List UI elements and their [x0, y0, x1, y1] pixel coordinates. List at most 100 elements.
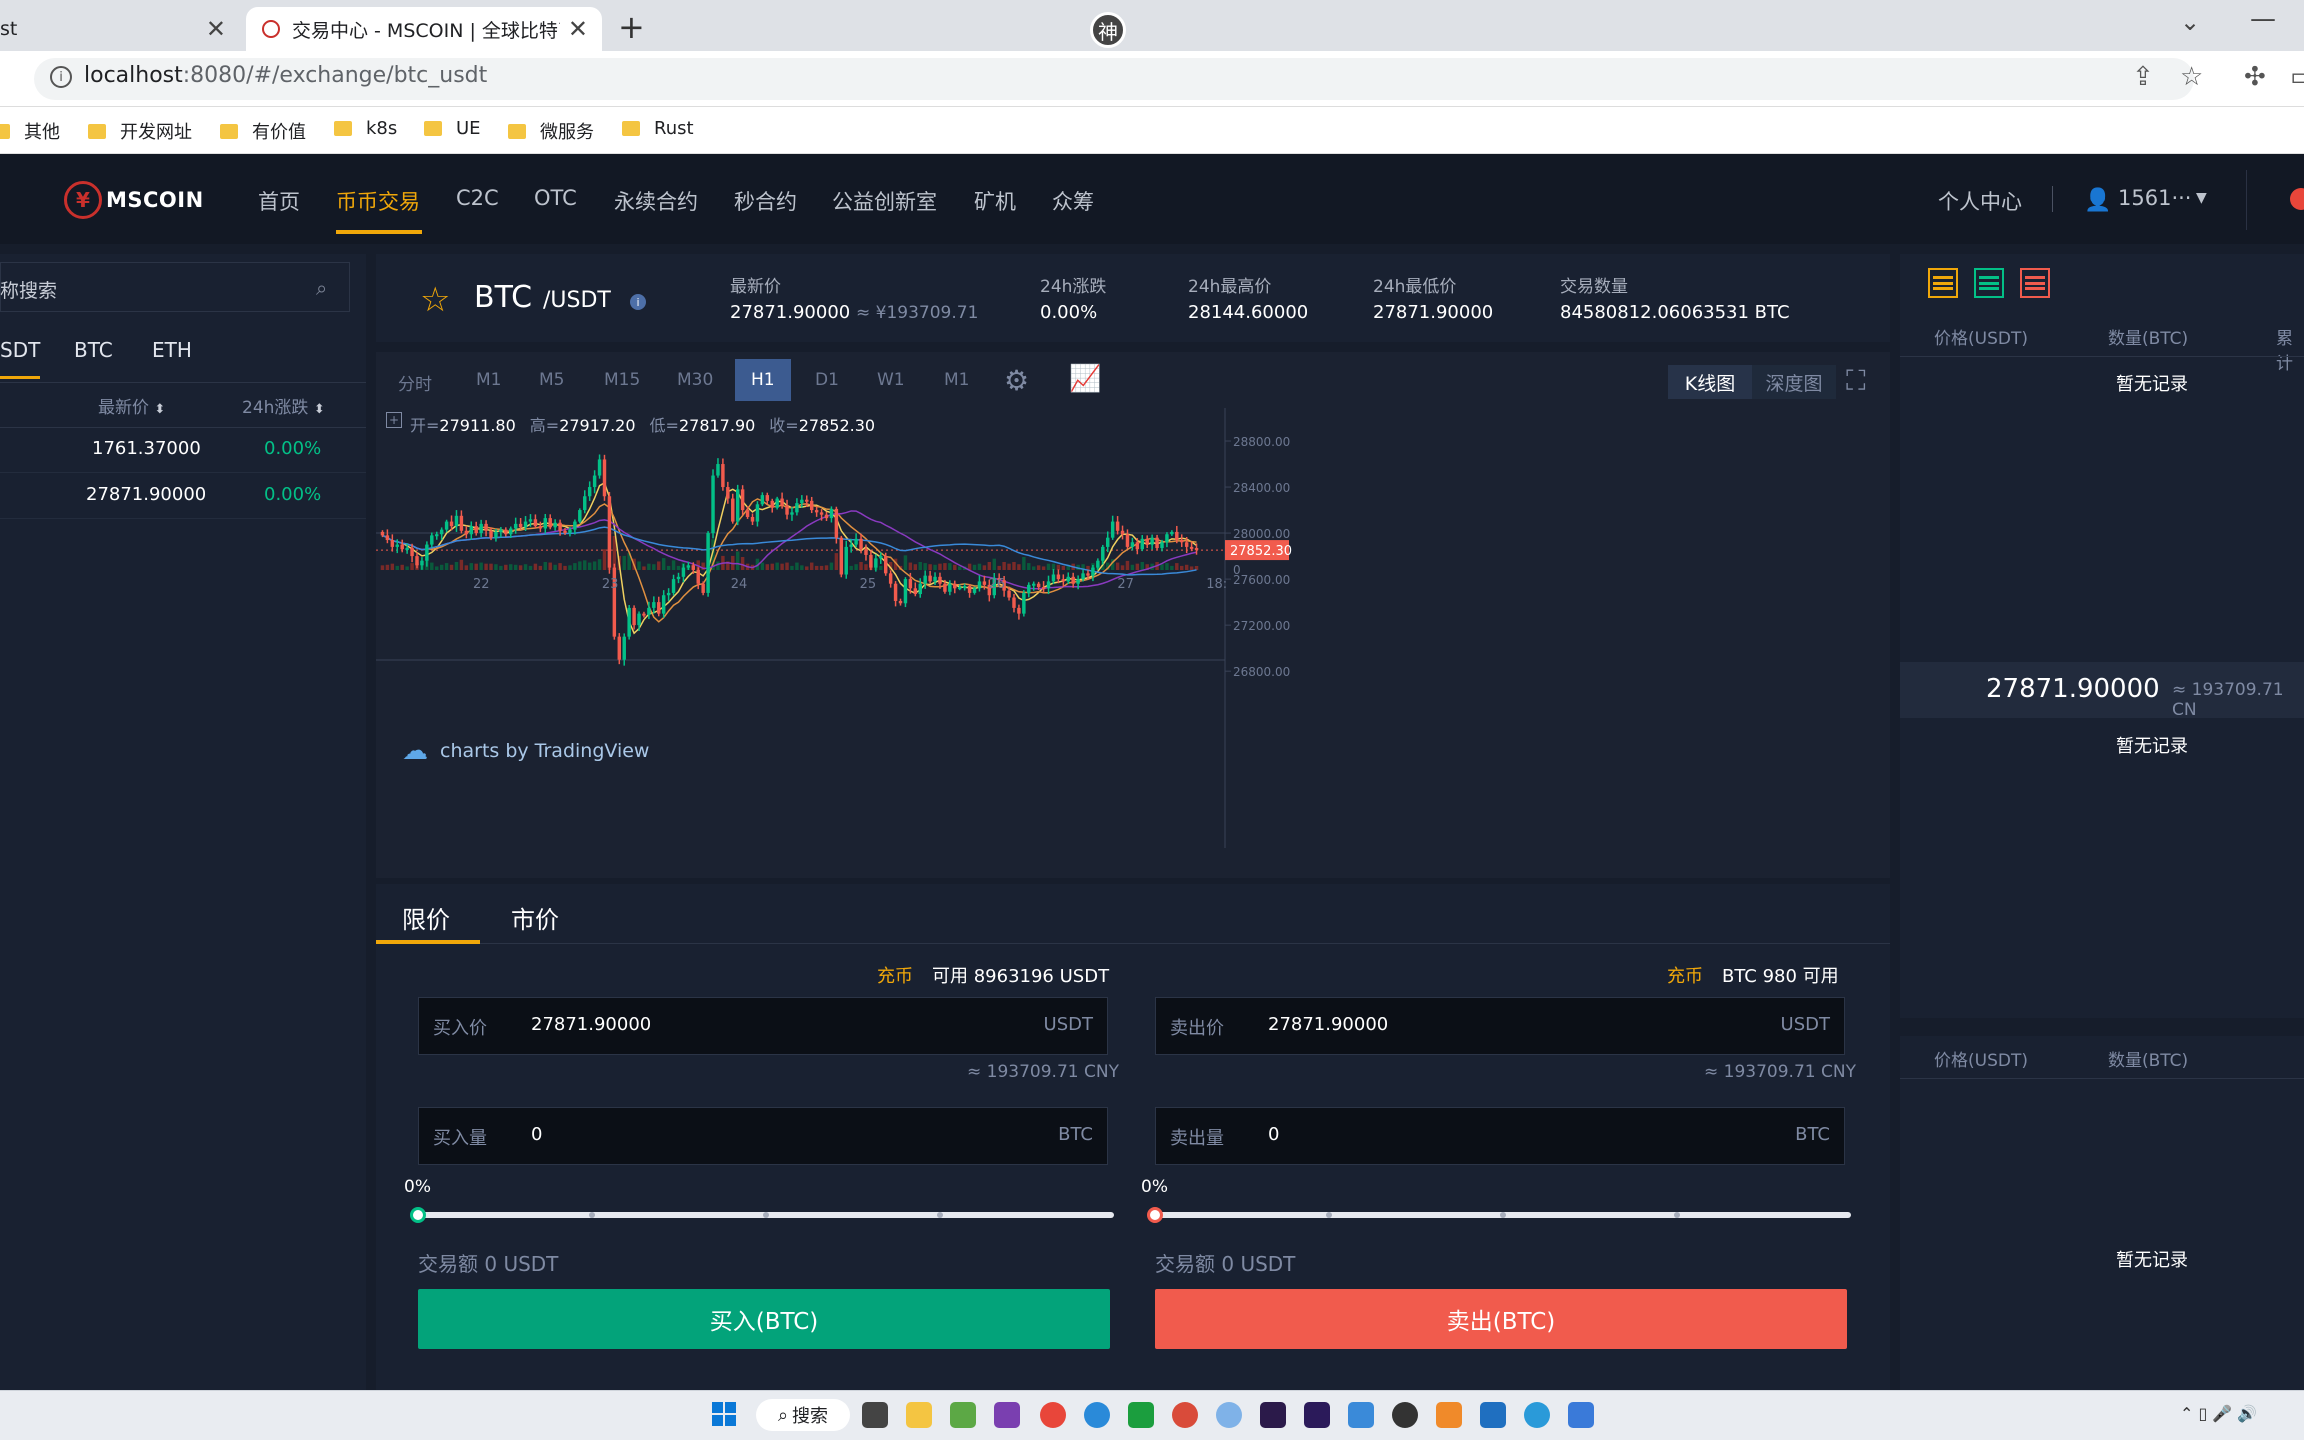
slider-tick[interactable]: [937, 1212, 943, 1218]
nav-spot-trading[interactable]: 币币交易: [336, 186, 420, 216]
tab-market-order[interactable]: 市价: [511, 900, 559, 935]
app-icon[interactable]: [1524, 1402, 1550, 1428]
table-row[interactable]: 27871.90000 0.00%: [0, 474, 366, 519]
depth-view-button[interactable]: 深度图: [1752, 365, 1836, 399]
task-view-icon[interactable]: [862, 1402, 888, 1428]
search-icon[interactable]: ⌕: [316, 276, 327, 300]
tab-search-chevron-icon[interactable]: ⌄: [2180, 8, 2200, 36]
after-effects-icon[interactable]: [1304, 1402, 1330, 1428]
col-latest-price[interactable]: 最新价 ⬍: [98, 393, 165, 418]
nav-otc[interactable]: OTC: [534, 186, 577, 210]
system-tray-icons[interactable]: ⌃ ▯ 🎤 🔊: [2180, 1404, 2257, 1423]
app-icon[interactable]: [1436, 1402, 1462, 1428]
gear-icon[interactable]: ⚙: [1004, 364, 1029, 397]
bookmark-folder[interactable]: k8s: [334, 118, 397, 139]
tf-h1[interactable]: H1: [751, 370, 775, 390]
sell-button[interactable]: 卖出(BTC): [1155, 1289, 1847, 1349]
bookmark-folder[interactable]: 开发网址: [88, 118, 192, 144]
nav-home[interactable]: 首页: [258, 186, 300, 216]
tf-w1[interactable]: W1: [877, 370, 905, 390]
site-info-icon[interactable]: i: [50, 66, 72, 88]
slider-knob[interactable]: [1147, 1207, 1163, 1223]
close-tab-icon[interactable]: ✕: [206, 15, 226, 43]
slider-tick[interactable]: [1326, 1212, 1332, 1218]
app-icon[interactable]: [950, 1402, 976, 1428]
app-icon[interactable]: [994, 1402, 1020, 1428]
tf-m5[interactable]: M5: [539, 370, 564, 390]
indicators-icon[interactable]: 📈: [1069, 364, 1101, 394]
premiere-icon[interactable]: [1260, 1402, 1286, 1428]
app-icon[interactable]: [1172, 1402, 1198, 1428]
tab-limit-order[interactable]: 限价: [402, 900, 450, 935]
market-tab-btc[interactable]: BTC: [74, 338, 113, 362]
bookmark-folder[interactable]: 有价值: [220, 118, 306, 144]
sell-price-input[interactable]: 卖出价 27871.90000 USDT: [1155, 997, 1845, 1055]
nav-miner[interactable]: 矿机: [974, 186, 1016, 216]
nav-charity-lab[interactable]: 公益创新室: [832, 186, 937, 216]
app-icon[interactable]: [1392, 1402, 1418, 1428]
app-icon[interactable]: [1216, 1402, 1242, 1428]
bookmark-star-icon[interactable]: ☆: [2180, 62, 2203, 92]
user-icon[interactable]: 👤: [2084, 188, 2111, 213]
tf-m15[interactable]: M15: [604, 370, 640, 390]
personal-center-link[interactable]: 个人中心: [1938, 186, 2022, 216]
new-tab-icon[interactable]: +: [618, 8, 645, 46]
close-tab-icon[interactable]: ✕: [568, 15, 588, 43]
kline-chart[interactable]: 28800.00 28400.00 28000.00 27600.00 27200.00…: [376, 408, 1890, 878]
nav-crowdfunding[interactable]: 众筹: [1052, 186, 1094, 216]
collapse-box-icon[interactable]: +: [386, 412, 402, 428]
side-panel-icon[interactable]: ▭: [2290, 62, 2304, 92]
chrome-icon[interactable]: [1040, 1402, 1066, 1428]
fullscreen-icon[interactable]: ⛶: [1846, 364, 1866, 398]
tradingview-watermark[interactable]: ☁ charts by TradingView: [402, 736, 649, 766]
logo[interactable]: ¥ MSCOIN: [64, 181, 204, 219]
col-24h-change[interactable]: 24h涨跌 ⬍: [242, 393, 325, 418]
vscode-icon[interactable]: [1480, 1402, 1506, 1428]
nav-second-contract[interactable]: 秒合约: [734, 186, 797, 216]
tf-timeline[interactable]: 分时: [398, 370, 432, 395]
url-text[interactable]: localhost:8080/#/exchange/btc_usdt: [84, 63, 487, 88]
share-icon[interactable]: ⇪: [2132, 62, 2154, 92]
slider-tick[interactable]: [1500, 1212, 1506, 1218]
slider-tick[interactable]: [589, 1212, 595, 1218]
nav-perpetual[interactable]: 永续合约: [614, 186, 698, 216]
edge-icon[interactable]: [1084, 1402, 1110, 1428]
bookmark-folder[interactable]: 微服务: [508, 118, 594, 144]
profile-avatar-icon[interactable]: 神: [1090, 12, 1126, 48]
market-tab-eth[interactable]: ETH: [152, 338, 192, 362]
layout-sell-icon[interactable]: [2020, 268, 2050, 298]
symbol-info-icon[interactable]: i: [630, 294, 646, 310]
sell-amount-input[interactable]: 卖出量 0 BTC: [1155, 1107, 1845, 1165]
kline-view-button[interactable]: K线图: [1668, 365, 1752, 399]
extensions-puzzle-icon[interactable]: ✣: [2244, 62, 2266, 92]
table-row[interactable]: 1761.37000 0.00%: [0, 428, 366, 473]
slider-tick[interactable]: [1674, 1212, 1680, 1218]
user-name[interactable]: 1561···: [2118, 186, 2191, 210]
buy-price-input[interactable]: 买入价 27871.90000 USDT: [418, 997, 1108, 1055]
app-icon[interactable]: [1348, 1402, 1374, 1428]
browser-tab-active[interactable]: 交易中心 - MSCOIN | 全球比特币 ✕: [246, 7, 602, 51]
app-icon[interactable]: [1128, 1402, 1154, 1428]
caret-down-icon[interactable]: ▼: [2196, 190, 2207, 206]
slider-tick[interactable]: [763, 1212, 769, 1218]
market-tab-usdt[interactable]: SDT: [0, 338, 40, 362]
bookmark-folder[interactable]: UE: [424, 118, 481, 139]
tf-month[interactable]: M1: [944, 370, 969, 390]
bookmark-folder[interactable]: 其他: [0, 118, 60, 144]
favorite-star-icon[interactable]: ☆: [420, 280, 450, 320]
file-explorer-icon[interactable]: [906, 1402, 932, 1428]
tf-d1[interactable]: D1: [815, 370, 839, 390]
nav-c2c[interactable]: C2C: [456, 186, 499, 210]
taskbar-search[interactable]: ⌕ 搜索: [756, 1399, 850, 1431]
slider-knob[interactable]: [410, 1207, 426, 1223]
layout-both-icon[interactable]: [1928, 268, 1958, 298]
deposit-link[interactable]: 充币: [1667, 962, 1703, 988]
minimize-icon[interactable]: —: [2250, 4, 2276, 34]
windows-start-icon[interactable]: [712, 1402, 736, 1426]
deposit-link[interactable]: 充币: [877, 962, 913, 988]
buy-button[interactable]: 买入(BTC): [418, 1289, 1110, 1349]
tf-m1[interactable]: M1: [476, 370, 501, 390]
browser-tab-inactive[interactable]: st ✕: [0, 7, 240, 51]
buy-amount-input[interactable]: 买入量 0 BTC: [418, 1107, 1108, 1165]
bookmark-folder[interactable]: Rust: [622, 118, 694, 139]
